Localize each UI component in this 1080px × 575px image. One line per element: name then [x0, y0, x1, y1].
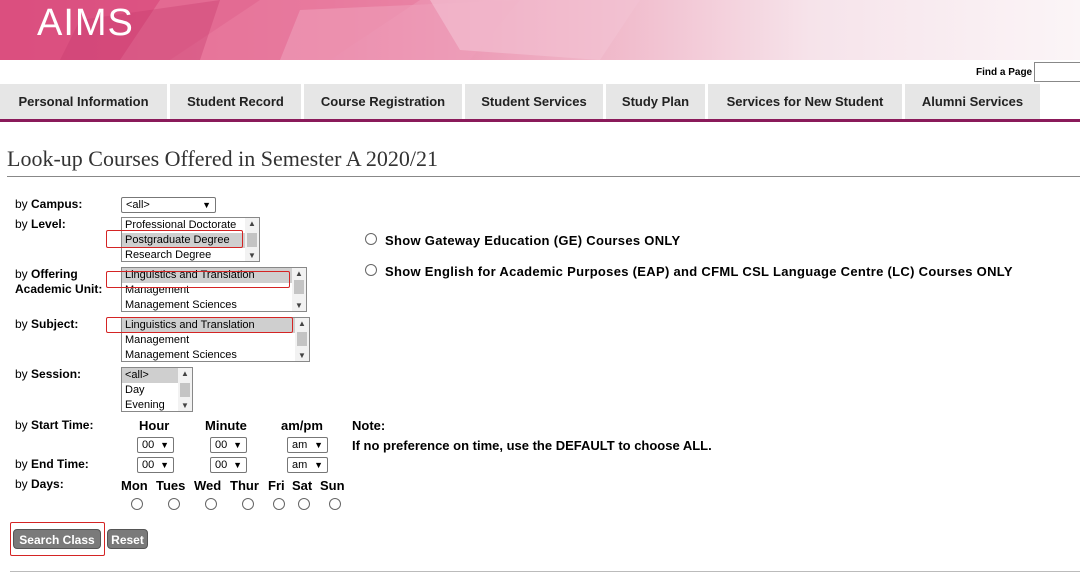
nav-study-plan[interactable]: Study Plan	[606, 84, 705, 119]
end-hour-select[interactable]: 00 ▼	[137, 457, 174, 473]
search-class-button[interactable]: Search Class	[13, 529, 101, 549]
subject-scrollbar[interactable]: ▲ ▼	[295, 318, 309, 361]
nav-services-new-student[interactable]: Services for New Student	[708, 84, 902, 119]
scroll-thumb[interactable]	[247, 233, 257, 247]
day-wed-label: Wed	[194, 478, 222, 493]
chevron-down-icon: ▼	[160, 440, 169, 450]
offering-option-selected[interactable]: Linguistics and Translation	[122, 268, 306, 283]
end-minute-select[interactable]: 00 ▼	[210, 457, 247, 473]
scroll-up-icon[interactable]: ▲	[295, 269, 303, 278]
chevron-down-icon: ▼	[160, 460, 169, 470]
title-divider	[7, 176, 1080, 177]
day-wed-radio[interactable]	[205, 498, 217, 510]
day-tues-label: Tues	[156, 478, 186, 493]
nav-divider	[0, 119, 1080, 122]
scroll-thumb[interactable]	[180, 383, 190, 397]
minute-header: Minute	[205, 418, 247, 433]
offering-label-2: Academic Unit:	[15, 282, 103, 296]
day-thur-radio[interactable]	[242, 498, 254, 510]
day-sat-label: Sat	[292, 478, 313, 493]
subject-option-selected[interactable]: Linguistics and Translation	[122, 318, 309, 333]
subject-listbox[interactable]: Linguistics and Translation Management M…	[121, 317, 310, 362]
offering-unit-listbox[interactable]: Linguistics and Translation Management M…	[121, 267, 307, 312]
offering-option[interactable]: Management	[122, 283, 306, 298]
ge-radio[interactable]	[365, 233, 377, 245]
day-mon-radio[interactable]	[131, 498, 143, 510]
session-label: by Session:	[15, 367, 82, 381]
main-nav: Personal Information Student Record Cour…	[0, 84, 1080, 119]
days-label: by Days:	[15, 477, 64, 491]
find-page-input[interactable]	[1034, 62, 1080, 82]
end-ampm-select[interactable]: am ▼	[287, 457, 328, 473]
level-label: by Level:	[15, 217, 66, 231]
note-text: If no preference on time, use the DEFAUL…	[352, 438, 712, 453]
start-hour-select[interactable]: 00 ▼	[137, 437, 174, 453]
subject-option[interactable]: Management	[122, 333, 309, 348]
offering-label: by Offering	[15, 267, 78, 281]
subject-label: by Subject:	[15, 317, 79, 331]
header-banner: AIMS	[0, 0, 1080, 60]
scroll-down-icon[interactable]: ▼	[181, 401, 189, 410]
eap-option-label[interactable]: Show English for Academic Purposes (EAP)…	[385, 264, 1013, 279]
level-option-selected[interactable]: Postgraduate Degree	[122, 233, 259, 248]
scroll-down-icon[interactable]: ▼	[298, 351, 306, 360]
nav-student-services[interactable]: Student Services	[465, 84, 603, 119]
level-listbox[interactable]: Professional Doctorate Postgraduate Degr…	[121, 217, 260, 262]
ge-option-label[interactable]: Show Gateway Education (GE) Courses ONLY	[385, 233, 680, 248]
note-title: Note:	[352, 418, 386, 433]
day-sat-radio[interactable]	[298, 498, 310, 510]
level-scrollbar[interactable]: ▲ ▼	[245, 218, 259, 261]
aims-logo[interactable]: AIMS	[37, 2, 134, 45]
scroll-down-icon[interactable]: ▼	[295, 301, 303, 310]
offering-scrollbar[interactable]: ▲ ▼	[292, 268, 306, 311]
day-mon-label: Mon	[121, 478, 148, 493]
scroll-up-icon[interactable]: ▲	[298, 319, 306, 328]
day-fri-radio[interactable]	[273, 498, 285, 510]
ampm-header: am/pm	[281, 418, 323, 433]
nav-alumni-services[interactable]: Alumni Services	[905, 84, 1040, 119]
chevron-down-icon: ▼	[202, 200, 211, 210]
day-thur-label: Thur	[230, 478, 259, 493]
chevron-down-icon: ▼	[314, 460, 323, 470]
page-title: Look-up Courses Offered in Semester A 20…	[7, 146, 438, 171]
reset-button[interactable]: Reset	[107, 529, 148, 549]
campus-label: by Campus:	[15, 197, 83, 211]
nav-course-registration[interactable]: Course Registration	[304, 84, 462, 119]
offering-option[interactable]: Management Sciences	[122, 298, 306, 311]
nav-student-record[interactable]: Student Record	[170, 84, 301, 119]
subject-option[interactable]: Management Sciences	[122, 348, 309, 361]
day-fri-label: Fri	[268, 478, 285, 493]
start-ampm-select[interactable]: am ▼	[287, 437, 328, 453]
campus-select[interactable]: <all> ▼	[121, 197, 216, 213]
scroll-up-icon[interactable]: ▲	[248, 219, 256, 228]
footer-divider	[10, 571, 1080, 572]
start-minute-select[interactable]: 00 ▼	[210, 437, 247, 453]
scroll-down-icon[interactable]: ▼	[248, 251, 256, 260]
end-time-label: by End Time:	[15, 457, 89, 471]
scroll-thumb[interactable]	[294, 280, 304, 294]
scroll-up-icon[interactable]: ▲	[181, 369, 189, 378]
find-page-label: Find a Page	[976, 67, 1033, 78]
banner-decoration	[0, 0, 640, 60]
chevron-down-icon: ▼	[233, 440, 242, 450]
chevron-down-icon: ▼	[314, 440, 323, 450]
start-time-label: by Start Time:	[15, 418, 94, 432]
day-sun-radio[interactable]	[329, 498, 341, 510]
session-scrollbar[interactable]: ▲ ▼	[178, 368, 192, 411]
chevron-down-icon: ▼	[233, 460, 242, 470]
level-option[interactable]: Research Degree	[122, 248, 259, 261]
day-tues-radio[interactable]	[168, 498, 180, 510]
hour-header: Hour	[139, 418, 170, 433]
scroll-thumb[interactable]	[297, 332, 307, 346]
session-listbox[interactable]: <all> Day Evening ▲ ▼	[121, 367, 193, 412]
day-sun-label: Sun	[320, 478, 345, 493]
level-option[interactable]: Professional Doctorate	[122, 218, 259, 233]
nav-personal-information[interactable]: Personal Information	[0, 84, 167, 119]
eap-radio[interactable]	[365, 264, 377, 276]
